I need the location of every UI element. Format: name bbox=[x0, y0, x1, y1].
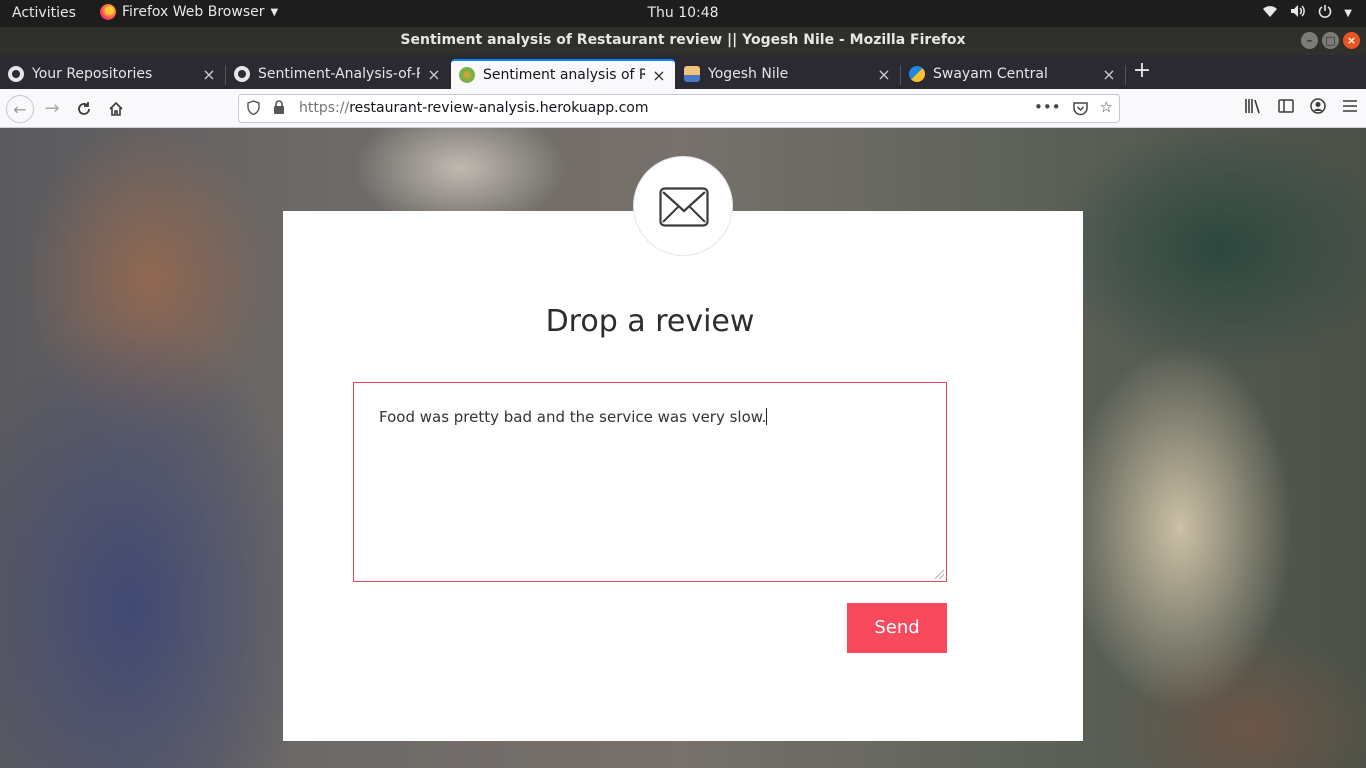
system-top-bar: Activities Firefox Web Browser ▼ Thu 10:… bbox=[0, 0, 1366, 27]
close-icon[interactable]: × bbox=[1101, 65, 1117, 84]
library-icon[interactable] bbox=[1244, 98, 1262, 118]
close-icon[interactable]: × bbox=[426, 65, 442, 84]
navigation-toolbar: ← → https://restaurant-review-analysis.h… bbox=[0, 89, 1366, 128]
lock-icon[interactable] bbox=[273, 100, 285, 118]
volume-icon bbox=[1290, 4, 1306, 22]
tab-label: Yogesh Nile bbox=[708, 66, 789, 82]
forward-button[interactable]: → bbox=[38, 95, 66, 123]
power-icon bbox=[1318, 4, 1332, 22]
tab-label: Sentiment-Analysis-of-Re bbox=[258, 66, 420, 82]
github-icon bbox=[8, 66, 24, 82]
tab-swayam-central[interactable]: Swayam Central × bbox=[901, 59, 1125, 89]
page-content: Drop a review Food was pretty bad and th… bbox=[0, 128, 1366, 768]
window-title: Sentiment analysis of Restaurant review … bbox=[400, 32, 966, 48]
url-host: restaurant-review-analysis.herokuapp.com bbox=[349, 100, 649, 116]
address-bar-actions: ••• ☆ bbox=[1034, 98, 1113, 120]
tab-label: Sentiment analysis of Re bbox=[483, 67, 645, 83]
tab-label: Swayam Central bbox=[933, 66, 1048, 82]
window-title-bar: Sentiment analysis of Restaurant review … bbox=[0, 27, 1366, 55]
account-icon[interactable] bbox=[1310, 98, 1326, 118]
send-button[interactable]: Send bbox=[847, 603, 947, 653]
maximize-button[interactable]: □ bbox=[1322, 32, 1339, 49]
url-scheme: https:// bbox=[299, 100, 350, 116]
bookmark-star-icon[interactable]: ☆ bbox=[1100, 98, 1113, 120]
envelope-badge bbox=[633, 156, 733, 256]
page-title: Drop a review bbox=[545, 304, 755, 339]
address-bar[interactable]: https://restaurant-review-analysis.herok… bbox=[238, 94, 1120, 123]
wifi-icon bbox=[1262, 4, 1278, 22]
menu-hamburger-icon[interactable] bbox=[1342, 98, 1358, 118]
tracking-protection-icon[interactable] bbox=[247, 100, 260, 119]
system-tray[interactable]: ▼ bbox=[1262, 4, 1352, 22]
envelope-icon bbox=[659, 187, 709, 227]
review-text: Food was pretty bad and the service was … bbox=[379, 408, 767, 426]
tab-your-repositories[interactable]: Your Repositories × bbox=[0, 59, 225, 89]
close-icon[interactable]: × bbox=[201, 65, 217, 84]
tab-yogesh-nile[interactable]: Yogesh Nile × bbox=[676, 59, 900, 89]
clock[interactable]: Thu 10:48 bbox=[0, 5, 1366, 21]
site-favicon bbox=[459, 67, 475, 83]
toolbar-right bbox=[1244, 98, 1358, 118]
pocket-icon[interactable] bbox=[1072, 98, 1088, 120]
review-textarea[interactable]: Food was pretty bad and the service was … bbox=[353, 382, 947, 582]
reload-button[interactable] bbox=[70, 95, 98, 123]
resize-handle[interactable] bbox=[935, 570, 944, 579]
swayam-icon bbox=[909, 66, 925, 82]
url-text[interactable]: https://restaurant-review-analysis.herok… bbox=[299, 100, 648, 116]
tab-sentiment-analysis-repo[interactable]: Sentiment-Analysis-of-Re × bbox=[226, 59, 450, 89]
home-button[interactable] bbox=[102, 95, 130, 123]
window-controls: – □ × bbox=[1301, 32, 1360, 49]
tab-sentiment-analysis-active[interactable]: Sentiment analysis of Re × bbox=[451, 59, 675, 89]
text-cursor bbox=[766, 408, 768, 425]
tab-strip: Your Repositories × Sentiment-Analysis-o… bbox=[0, 55, 1366, 89]
sidebar-icon[interactable] bbox=[1278, 98, 1294, 118]
chevron-down-icon: ▼ bbox=[1344, 7, 1352, 19]
new-tab-button[interactable]: + bbox=[1130, 59, 1154, 85]
github-icon bbox=[234, 66, 250, 82]
back-button[interactable]: ← bbox=[6, 95, 34, 123]
more-actions-icon[interactable]: ••• bbox=[1034, 98, 1061, 120]
tab-divider bbox=[1125, 65, 1126, 85]
close-icon[interactable]: × bbox=[651, 66, 667, 85]
minimize-button[interactable]: – bbox=[1301, 32, 1318, 49]
tab-label: Your Repositories bbox=[32, 66, 153, 82]
user-avatar-icon bbox=[684, 66, 700, 82]
close-window-button[interactable]: × bbox=[1343, 32, 1360, 49]
close-icon[interactable]: × bbox=[876, 65, 892, 84]
